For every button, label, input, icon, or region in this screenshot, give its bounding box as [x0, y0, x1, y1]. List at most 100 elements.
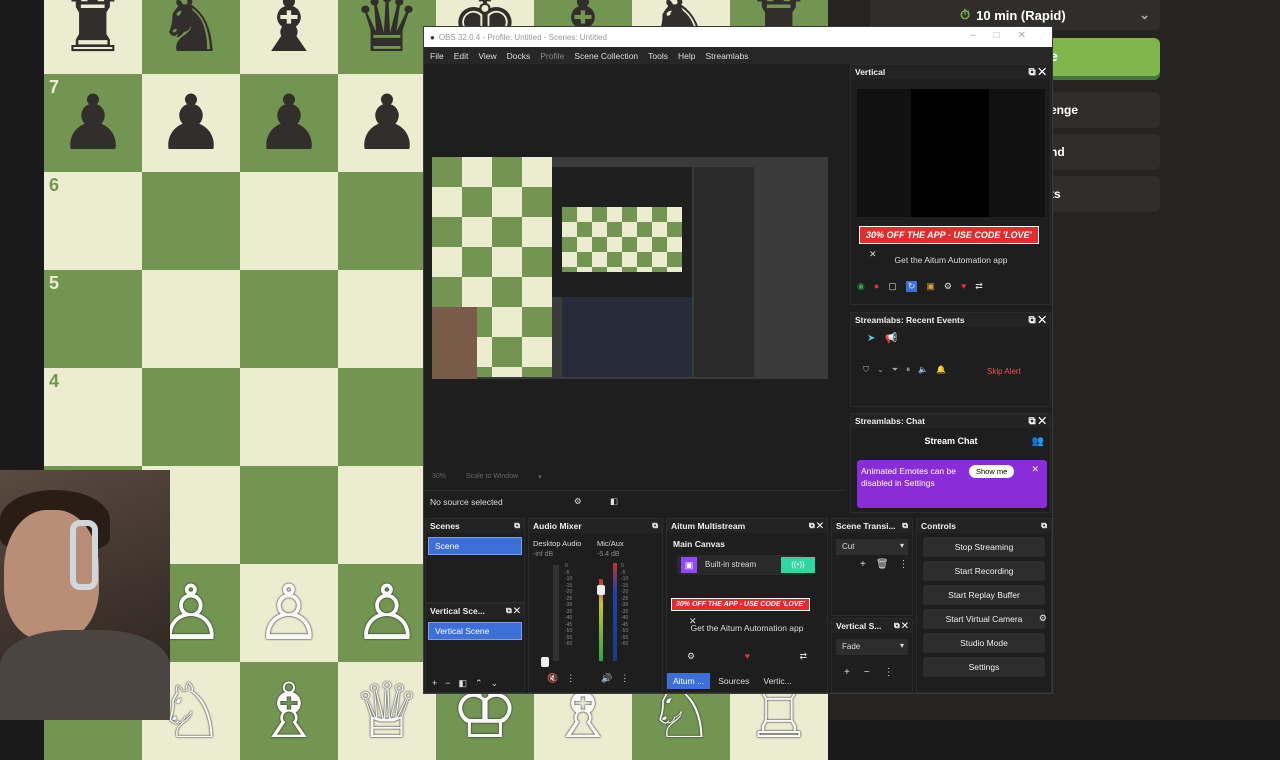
share-icon[interactable]: ⇄ [975, 281, 983, 292]
gear-icon[interactable]: ⚙ [944, 281, 952, 292]
chess-piece[interactable]: ♙ [353, 575, 421, 651]
undock-icon[interactable]: ⧉ [902, 521, 908, 531]
board-square[interactable]: 5 [44, 270, 142, 368]
remove-icon[interactable]: − [864, 667, 870, 678]
tab-vertical[interactable]: Vertic... [757, 673, 797, 689]
stop-streaming-button[interactable]: Stop Streaming [923, 537, 1045, 557]
zoom-bar[interactable]: 30% Scale to Window ▾ [432, 473, 542, 481]
undock-icon[interactable]: ⧉ [1041, 521, 1047, 531]
bell-icon[interactable]: 🔔 [936, 365, 946, 375]
play-button[interactable]: e [1040, 38, 1160, 76]
studio-mode-button[interactable]: Studio Mode [923, 633, 1045, 653]
site-option-tournaments[interactable]: ts [1040, 176, 1160, 212]
more-icon[interactable]: ⋮ [620, 673, 629, 684]
refresh-icon[interactable]: ↻ [905, 281, 918, 292]
filter-icon[interactable]: ⏷ [892, 365, 898, 375]
board-square[interactable] [338, 368, 436, 466]
more-icon[interactable]: ⋮ [566, 673, 575, 684]
board-square[interactable]: ♟ [240, 74, 338, 172]
users-icon[interactable]: 👥 [1032, 436, 1044, 447]
board-square[interactable]: 4 [44, 368, 142, 466]
menu-item-profile[interactable]: Profile [540, 51, 564, 61]
chess-piece[interactable]: ♜ [59, 0, 127, 63]
add-icon[interactable]: + [860, 559, 866, 570]
board-square[interactable]: 8♜ [44, 0, 142, 74]
chess-piece[interactable]: ♕ [353, 673, 421, 749]
board-square[interactable] [240, 172, 338, 270]
board-square[interactable]: ♞ [142, 0, 240, 74]
send-icon[interactable]: ➤ [867, 333, 875, 344]
start-virtual-camera-button[interactable]: Start Virtual Camera ⚙ [923, 609, 1047, 629]
site-option-friend[interactable]: nd [1040, 134, 1160, 170]
board-square[interactable]: 6 [44, 172, 142, 270]
gear-icon[interactable]: ⚙ [1039, 613, 1047, 624]
chess-piece[interactable]: ♟ [255, 85, 323, 161]
menu-item-file[interactable]: File [430, 51, 444, 61]
board-square[interactable]: ♟ [338, 74, 436, 172]
more-icon[interactable]: ⋮ [899, 559, 909, 570]
shield-icon[interactable]: ⛉ [863, 365, 869, 375]
chess-piece[interactable]: ♙ [255, 575, 323, 651]
share-icon[interactable]: ⇄ [799, 651, 807, 662]
transition-select[interactable]: Fade ▾ [836, 639, 908, 655]
board-square[interactable]: ♙ [240, 564, 338, 662]
heart-icon[interactable]: ♥ [961, 281, 966, 292]
preview-canvas[interactable] [432, 157, 828, 379]
close-icon[interactable]: ⧉ ✕ [1028, 315, 1046, 326]
transition-select[interactable]: Cut ▾ [836, 539, 908, 555]
board-square[interactable]: ♟ [142, 74, 240, 172]
undock-icon[interactable]: ⧉ [652, 521, 658, 531]
desktop-volume-slider[interactable] [541, 657, 549, 667]
menu-item-tools[interactable]: Tools [648, 51, 668, 61]
start-recording-button[interactable]: Start Recording [923, 561, 1045, 581]
board-square[interactable]: ♕ [338, 662, 436, 760]
board-square[interactable]: ♗ [240, 662, 338, 760]
gear-icon[interactable]: ⚙ [687, 651, 695, 662]
volume-icon[interactable]: 🔈 [918, 365, 928, 375]
pause-icon[interactable]: ⏸ [906, 365, 910, 375]
start-replay-buffer-button[interactable]: Start Replay Buffer [923, 585, 1045, 605]
filter-icon[interactable]: ◧ [459, 678, 468, 689]
tab-aitum[interactable]: Aitum ... [667, 673, 711, 689]
folder-icon[interactable]: ▣ [926, 281, 935, 292]
menu-item-help[interactable]: Help [678, 51, 695, 61]
heart-icon[interactable]: ♥ [745, 651, 750, 662]
show-me-button[interactable]: Show me [969, 465, 1015, 478]
menu-item-view[interactable]: View [478, 51, 496, 61]
board-square[interactable]: ♛ [338, 0, 436, 74]
record-icon[interactable]: ● [874, 281, 879, 292]
mute-icon[interactable]: 🔇 [547, 673, 558, 684]
volume-icon[interactable]: 🔊 [601, 673, 612, 684]
board-square[interactable] [240, 466, 338, 564]
board-square[interactable]: ♝ [240, 0, 338, 74]
more-icon[interactable]: ⋮ [884, 667, 894, 678]
chevron-down-icon[interactable]: ⌄ [491, 678, 499, 689]
close-icon[interactable]: ⧉ ✕ [506, 606, 520, 616]
stream-icon[interactable]: ◉ [857, 281, 865, 292]
chevron-down-icon[interactable]: ⌄ [877, 365, 884, 375]
scene-item[interactable]: Vertical Scene [428, 622, 522, 640]
board-square[interactable] [338, 466, 436, 564]
chess-piece[interactable]: ♟ [353, 85, 421, 161]
trash-icon[interactable]: 🗑 [876, 559, 889, 570]
menu-item-scene-collection[interactable]: Scene Collection [574, 51, 638, 61]
close-icon[interactable]: ⧉ ✕ [1028, 416, 1046, 427]
chess-piece[interactable]: ♛ [353, 0, 421, 63]
menu-item-edit[interactable]: Edit [454, 51, 469, 61]
remove-icon[interactable]: − [445, 678, 450, 689]
board-square[interactable] [240, 270, 338, 368]
tab-sources[interactable]: Sources [712, 673, 755, 689]
close-icon[interactable]: ✕ [1031, 464, 1039, 475]
menu-item-streamlabs[interactable]: Streamlabs [705, 51, 748, 61]
megaphone-icon[interactable]: 📢 [885, 333, 897, 344]
board-square[interactable]: 7 ♟ [44, 74, 142, 172]
close-icon[interactable]: ⧉ ✕ [809, 521, 823, 531]
add-icon[interactable]: + [432, 678, 437, 689]
window-controls[interactable]: –□✕ [970, 30, 1044, 41]
close-icon[interactable]: ⧉ ✕ [894, 621, 908, 631]
chess-piece[interactable]: ♞ [157, 0, 225, 63]
add-icon[interactable]: + [844, 667, 850, 678]
undock-icon[interactable]: ⧉ [514, 521, 520, 531]
filter-icon[interactable]: ◧ [610, 496, 618, 507]
board-square[interactable] [142, 368, 240, 466]
